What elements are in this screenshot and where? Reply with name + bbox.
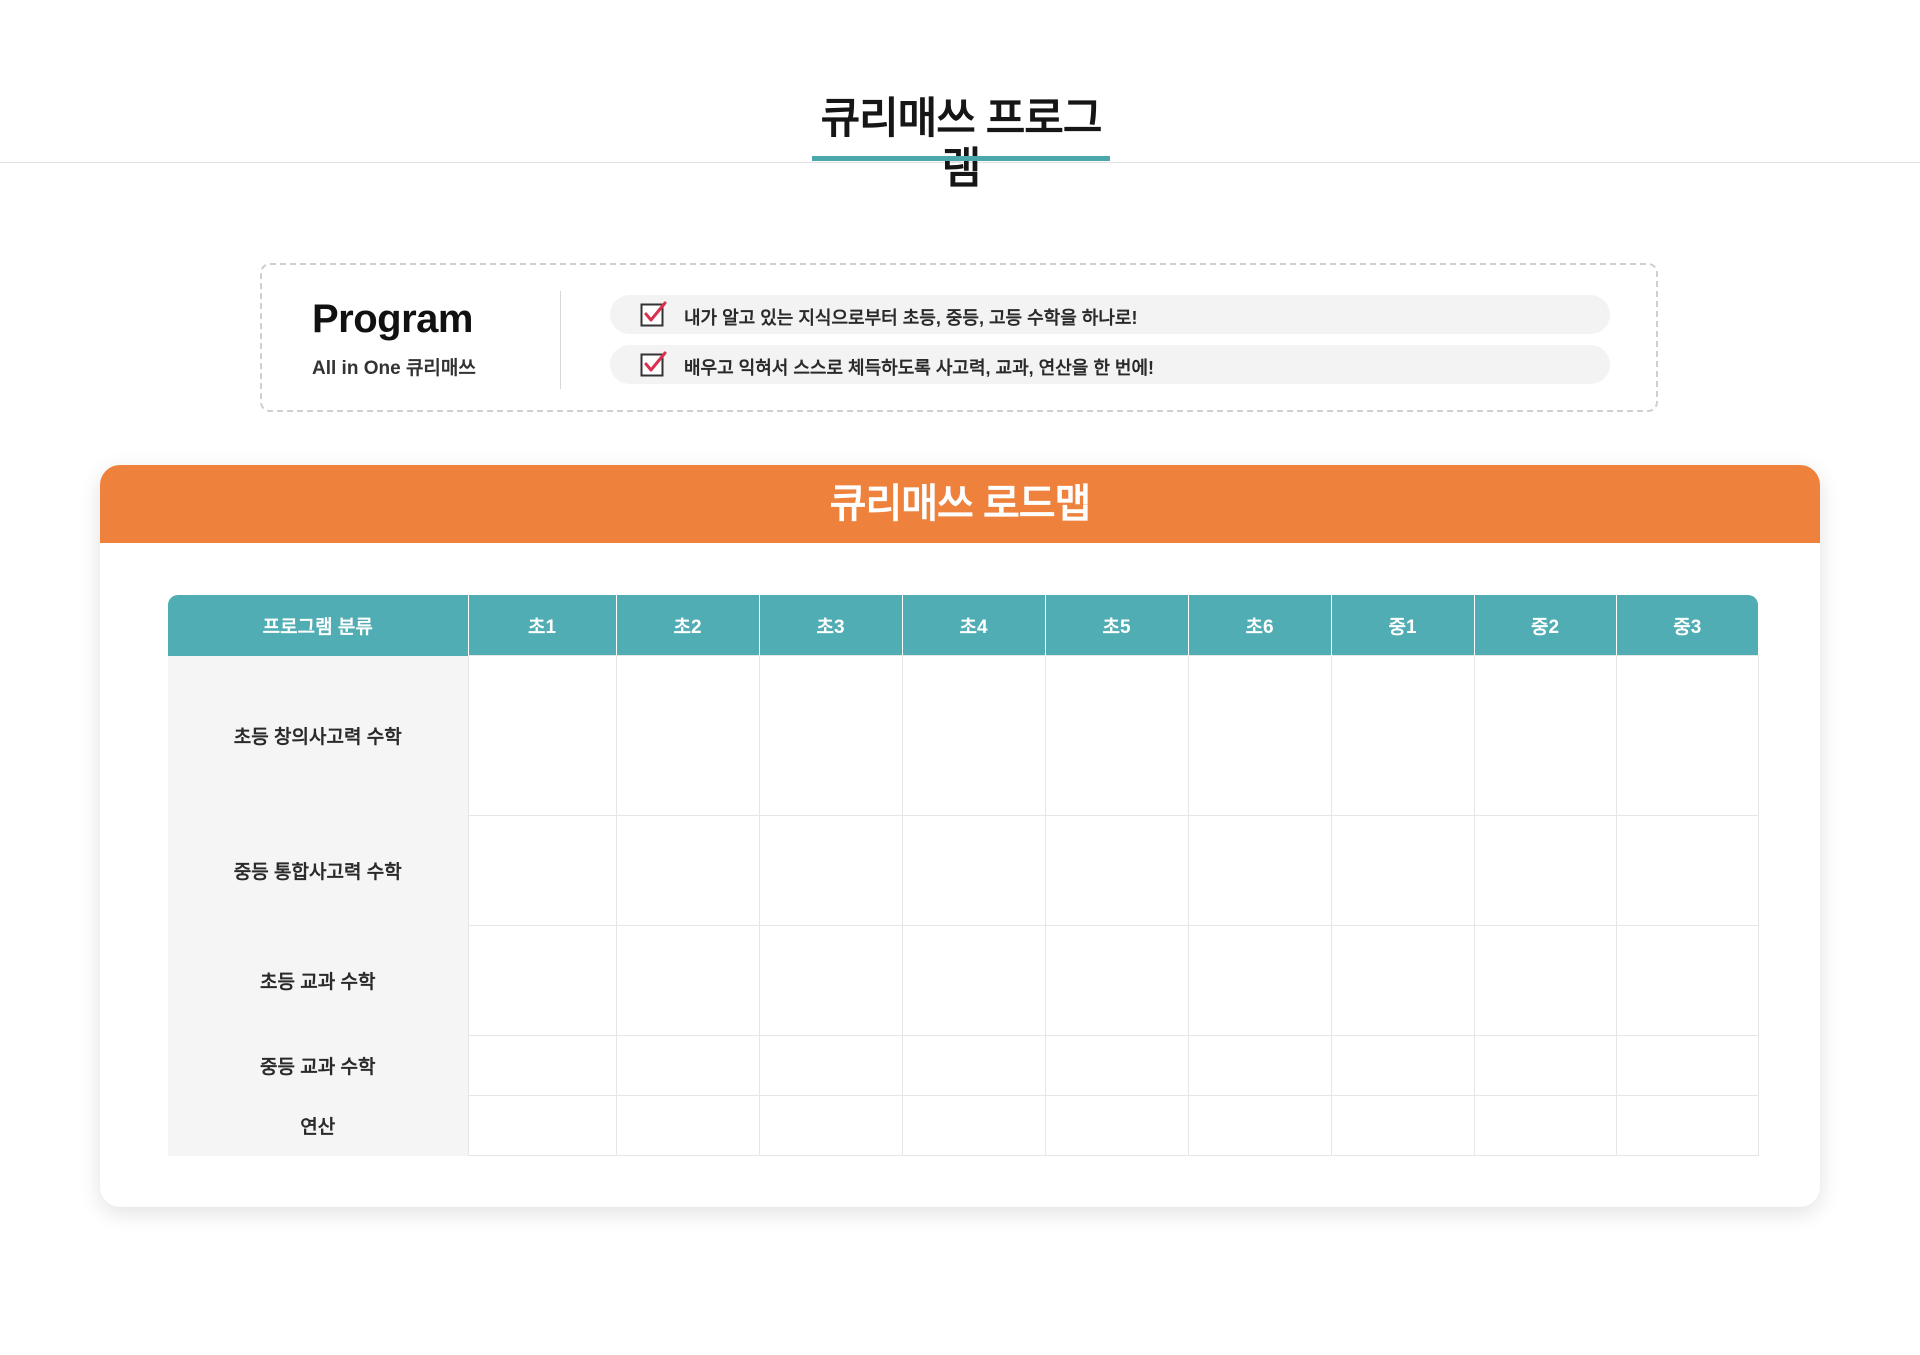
table-cell (758, 655, 903, 816)
table-cell (1330, 1095, 1475, 1156)
table-cell (901, 655, 1046, 816)
table-cell (1187, 655, 1332, 816)
program-heading: Program (312, 297, 474, 341)
program-divider (560, 291, 561, 389)
checkbox-checked-icon (640, 351, 667, 377)
table-cell (1044, 925, 1189, 1036)
table-cell (1473, 1035, 1617, 1096)
row-label: 초등 창의사고력 수학 (168, 655, 469, 816)
column-header-grade: 초2 (615, 595, 759, 656)
column-header-grade: 초4 (901, 595, 1045, 656)
column-header-grade: 초1 (467, 595, 616, 656)
table-cell (901, 1035, 1046, 1096)
table-cell (615, 815, 760, 926)
table-cell (1187, 1035, 1332, 1096)
table-cell (1330, 925, 1475, 1036)
table-cell (758, 1095, 903, 1156)
row-label: 초등 교과 수학 (168, 925, 469, 1036)
table-cell (1187, 925, 1332, 1036)
table-cell (615, 1035, 760, 1096)
table-cell (1044, 655, 1189, 816)
roadmap-title: 큐리매쓰 로드맵 (829, 482, 1092, 526)
checkbox-checked-icon (640, 301, 667, 327)
program-point: 배우고 익혀서 스스로 체득하도록 사고력, 교과, 연산을 한 번에! (610, 345, 1610, 384)
column-header-grade: 초3 (758, 595, 902, 656)
table-cell (1044, 815, 1189, 926)
table-cell (467, 655, 617, 816)
table-cell (1473, 655, 1617, 816)
table-row: 중등 교과 수학 (168, 1035, 1759, 1096)
column-header-grade: 중3 (1615, 595, 1758, 656)
table-header-row: 프로그램 분류 초1 초2 초3 초4 초5 초6 중1 중2 중3 (168, 595, 1758, 656)
table-cell (901, 925, 1046, 1036)
table-cell (1330, 1035, 1475, 1096)
program-point: 내가 알고 있는 지식으로부터 초등, 중등, 고등 수학을 하나로! (610, 295, 1610, 334)
table-cell (1044, 1095, 1189, 1156)
table-cell (1615, 1035, 1759, 1096)
program-subheading: All in One 큐리매쓰 (312, 358, 476, 379)
table-cell (467, 925, 617, 1036)
table-cell (1044, 1035, 1189, 1096)
row-label: 중등 교과 수학 (168, 1035, 469, 1096)
table-cell (1187, 1095, 1332, 1156)
table-cell (758, 1035, 903, 1096)
title-underline (812, 156, 1110, 161)
table-cell (1615, 925, 1759, 1036)
program-summary-box: Program All in One 큐리매쓰 내가 알고 있는 지식으로부터 … (260, 263, 1658, 412)
roadmap-card: 큐리매쓰 로드맵 프로그램 분류 초1 초2 초3 초4 초5 초6 중1 중2… (100, 465, 1820, 1207)
table-cell (615, 1095, 760, 1156)
column-header-grade: 중2 (1473, 595, 1616, 656)
table-cell (467, 1035, 617, 1096)
table-cell (1330, 815, 1475, 926)
row-label: 연산 (168, 1095, 469, 1156)
table-cell (1473, 925, 1617, 1036)
table-row: 초등 창의사고력 수학 (168, 655, 1759, 816)
table-row: 초등 교과 수학 (168, 925, 1759, 1036)
table-cell (1473, 1095, 1617, 1156)
table-cell (1187, 815, 1332, 926)
table-cell (615, 925, 760, 1036)
roadmap-table: 프로그램 분류 초1 초2 초3 초4 초5 초6 중1 중2 중3 초등 창의… (168, 595, 1759, 1156)
column-header-grade: 초5 (1044, 595, 1188, 656)
column-header-grade: 초6 (1187, 595, 1331, 656)
roadmap-header: 큐리매쓰 로드맵 (100, 465, 1820, 543)
table-cell (901, 815, 1046, 926)
column-header-grade: 중1 (1330, 595, 1474, 656)
table-cell (758, 925, 903, 1036)
column-header-category: 프로그램 분류 (168, 595, 468, 656)
row-label: 중등 통합사고력 수학 (168, 815, 469, 926)
table-cell (1615, 655, 1759, 816)
table-cell (467, 1095, 617, 1156)
table-cell (1615, 815, 1759, 926)
table-cell (1615, 1095, 1759, 1156)
table-cell (467, 815, 617, 926)
table-row: 연산 (168, 1095, 1759, 1156)
program-point-text: 내가 알고 있는 지식으로부터 초등, 중등, 고등 수학을 하나로! (684, 308, 1138, 328)
title-section: 큐리매쓰 프로그램 (0, 0, 1920, 193)
table-cell (1473, 815, 1617, 926)
table-row: 중등 통합사고력 수학 (168, 815, 1759, 926)
page: 큐리매쓰 프로그램 Program All in One 큐리매쓰 내가 알고 … (0, 0, 1920, 1355)
table-cell (758, 815, 903, 926)
table-cell (901, 1095, 1046, 1156)
program-point-text: 배우고 익혀서 스스로 체득하도록 사고력, 교과, 연산을 한 번에! (684, 358, 1155, 378)
page-title: 큐리매쓰 프로그램 (820, 95, 1103, 193)
table-cell (615, 655, 760, 816)
table-cell (1330, 655, 1475, 816)
